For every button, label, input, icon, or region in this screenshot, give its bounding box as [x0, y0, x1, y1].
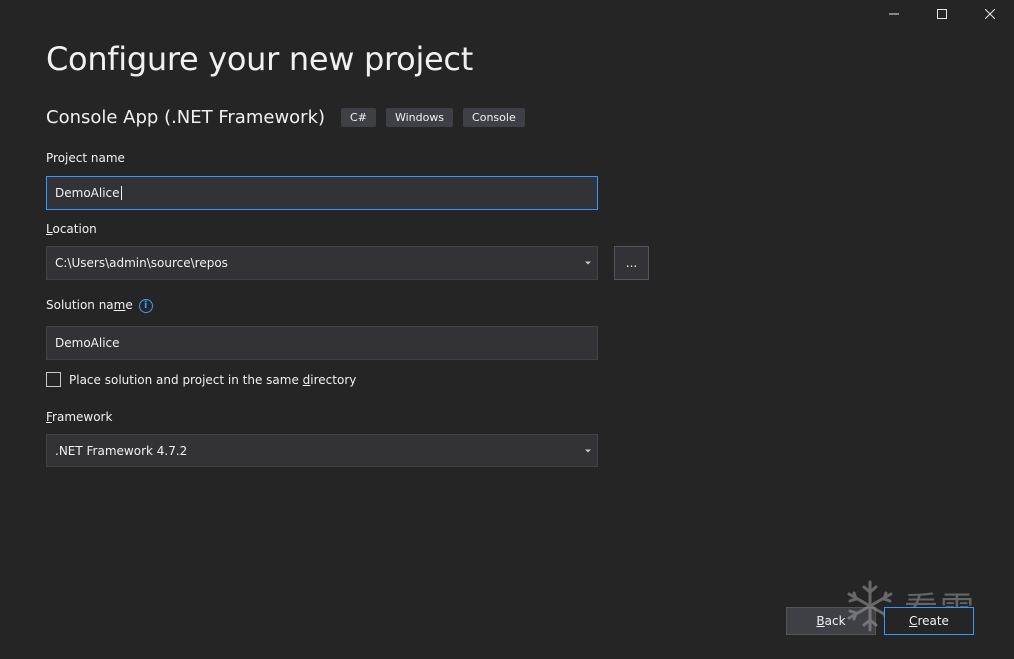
tag-project-type: Console	[463, 108, 525, 127]
maximize-button[interactable]	[918, 0, 966, 28]
same-directory-label-after: irectory	[310, 372, 357, 387]
close-button[interactable]	[966, 0, 1014, 28]
same-directory-checkbox[interactable]	[46, 372, 61, 387]
create-mnemonic: C	[909, 614, 918, 628]
solution-name-label-after: e	[125, 298, 133, 312]
location-label: Location	[46, 222, 97, 236]
configure-project-window: Configure your new project Console App (…	[0, 0, 1014, 659]
framework-label: Framework	[46, 410, 112, 424]
location-combobox[interactable]: C:\Users\admin\source\repos	[46, 246, 598, 280]
browse-location-button[interactable]: ...	[614, 246, 649, 280]
chevron-down-icon	[585, 261, 591, 265]
close-icon	[985, 9, 995, 19]
location-value: C:\Users\admin\source\repos	[55, 256, 228, 270]
minimize-button[interactable]	[870, 0, 918, 28]
chevron-down-icon	[585, 449, 591, 452]
solution-name-label-before: Solution na	[46, 298, 114, 312]
window-controls	[870, 0, 1014, 28]
maximize-icon	[937, 9, 947, 19]
solution-name-label-mnemonic: m	[113, 298, 126, 312]
project-name-input[interactable]: DemoAlice	[46, 176, 598, 210]
location-label-rest: ocation	[52, 222, 97, 236]
same-directory-option[interactable]: Place solution and project in the same d…	[46, 372, 356, 387]
text-caret	[120, 186, 122, 200]
browse-label: ...	[625, 256, 638, 270]
template-name: Console App (.NET Framework)	[46, 107, 326, 128]
back-mnemonic: B	[816, 614, 825, 628]
project-name-label: Project name	[46, 151, 125, 165]
framework-combobox[interactable]: .NET Framework 4.7.2	[46, 434, 598, 467]
solution-name-label: Solution name i	[46, 298, 153, 313]
page-title: Configure your new project	[46, 40, 473, 78]
create-button[interactable]: Create	[884, 607, 974, 635]
minimize-icon	[889, 13, 899, 15]
framework-label-rest: ramework	[52, 410, 113, 424]
same-directory-label: Place solution and project in the same d…	[69, 373, 356, 387]
solution-name-value: DemoAlice	[55, 336, 120, 350]
framework-value: .NET Framework 4.7.2	[55, 443, 188, 458]
solution-name-input[interactable]: DemoAlice	[46, 326, 598, 360]
create-label-rest: reate	[917, 614, 949, 628]
template-summary: Console App (.NET Framework) C# Windows …	[46, 107, 535, 128]
tag-language: C#	[341, 108, 376, 127]
project-name-value: DemoAlice	[55, 186, 120, 200]
info-icon[interactable]: i	[138, 298, 153, 313]
same-directory-label-before: Place solution and project in the same	[69, 372, 303, 387]
tag-platform: Windows	[385, 108, 454, 127]
